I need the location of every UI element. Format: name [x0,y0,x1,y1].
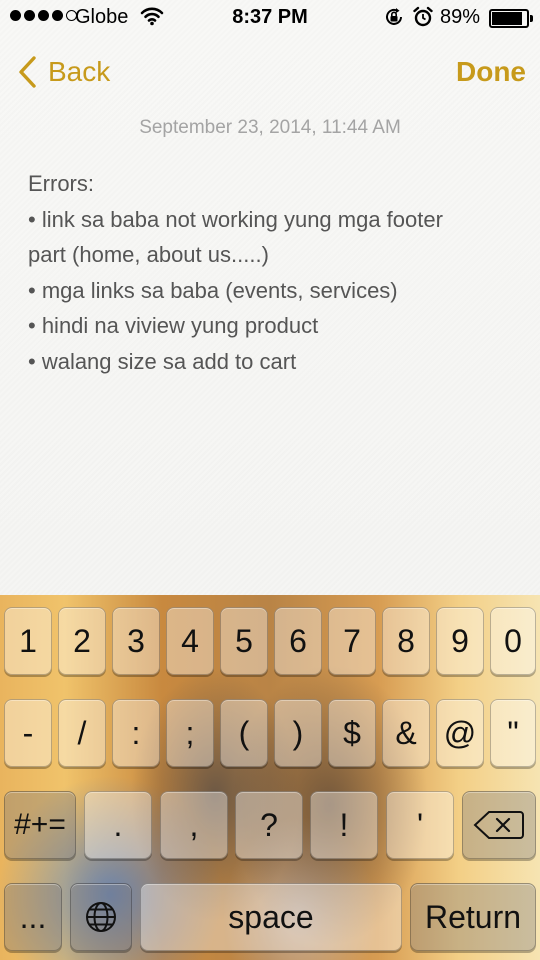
key-close-paren[interactable]: ) [274,699,322,767]
rotation-lock-icon [383,6,405,34]
note-line: • link sa baba not working yung mga foot… [28,206,443,232]
battery-percent: 89% [440,6,481,28]
key-quote[interactable]: " [490,699,536,767]
key-4[interactable]: 4 [166,607,214,675]
key-9[interactable]: 9 [436,607,484,675]
key-at[interactable]: @ [436,699,484,767]
key-question[interactable]: ? [235,791,303,859]
status-bar: Globe 8:37 PM 89% [0,0,540,36]
key-6[interactable]: 6 [274,607,322,675]
key-slash[interactable]: / [58,699,106,767]
note-line: Errors: [28,171,94,196]
back-label: Back [48,56,111,87]
note-line: • hindi na viview yung product [28,313,319,338]
battery-icon [489,9,533,28]
battery-fill [492,12,523,25]
key-dollar[interactable]: $ [328,699,376,767]
key-exclamation[interactable]: ! [310,791,378,859]
key-8[interactable]: 8 [382,607,430,675]
key-semicolon[interactable]: ; [166,699,214,767]
note-line: • walang size sa add to cart [28,348,297,374]
note-date: September 23, 2014, 11:44 AM [139,117,401,138]
note-line: part (home, about us.....) [28,242,269,267]
note-body[interactable]: Errors: • link sa baba not working yung … [28,166,518,379]
back-button[interactable]: Back [16,52,110,92]
key-2[interactable]: 2 [58,607,106,675]
notes-screen: Globe 8:37 PM 89% Back Done September 23… [0,0,540,960]
done-label: Done [456,56,526,87]
key-open-paren[interactable]: ( [220,699,268,767]
chevron-left-icon [19,56,36,88]
note-line: • mga links sa baba (events, services) [28,277,398,303]
key-comma[interactable]: , [160,791,228,859]
key-ampersand[interactable]: & [382,699,430,767]
key-1[interactable]: 1 [4,607,52,675]
globe-key[interactable] [70,883,132,951]
key-0[interactable]: 0 [490,607,536,675]
key-hyphen[interactable]: - [4,699,52,767]
delete-icon [473,811,524,839]
key-7[interactable]: 7 [328,607,376,675]
key-5[interactable]: 5 [220,607,268,675]
key-colon[interactable]: : [112,699,160,767]
return-key[interactable]: Return [410,883,536,951]
key-3[interactable]: 3 [112,607,160,675]
done-button[interactable]: Done [456,52,526,92]
symbols-toggle-key[interactable]: #+= [4,791,76,859]
space-key[interactable]: space [140,883,402,951]
key-period[interactable]: . [84,791,152,859]
more-key[interactable]: ... [4,883,62,951]
globe-icon [86,902,116,932]
keyboard: 1 2 3 4 5 6 7 8 9 0 - / : ; ( ) $ & @ " … [0,595,540,960]
key-apostrophe[interactable]: ' [386,791,454,859]
delete-key[interactable] [462,791,536,859]
alarm-icon [413,6,433,34]
